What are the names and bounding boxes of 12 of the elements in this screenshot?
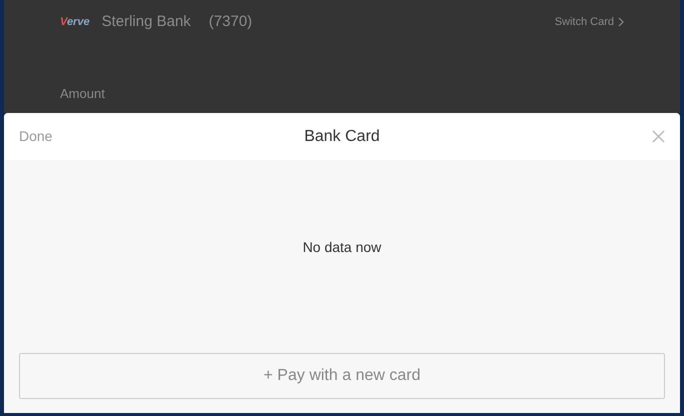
amount-label: Amount <box>60 85 106 103</box>
close-button[interactable] <box>652 130 665 143</box>
bank-name: Sterling Bank <box>102 12 191 32</box>
switch-card-link[interactable]: Switch Card <box>554 14 624 30</box>
done-button[interactable]: Done <box>19 126 52 147</box>
empty-message: No data now <box>302 238 382 257</box>
close-icon <box>652 130 665 143</box>
chevron-right-icon <box>618 17 624 27</box>
card-number: (7370) <box>208 12 252 32</box>
sheet-title: Bank Card <box>304 126 380 146</box>
pay-with-new-card-button[interactable]: + Pay with a new card <box>19 353 665 399</box>
verve-logo: Verve <box>60 14 90 30</box>
